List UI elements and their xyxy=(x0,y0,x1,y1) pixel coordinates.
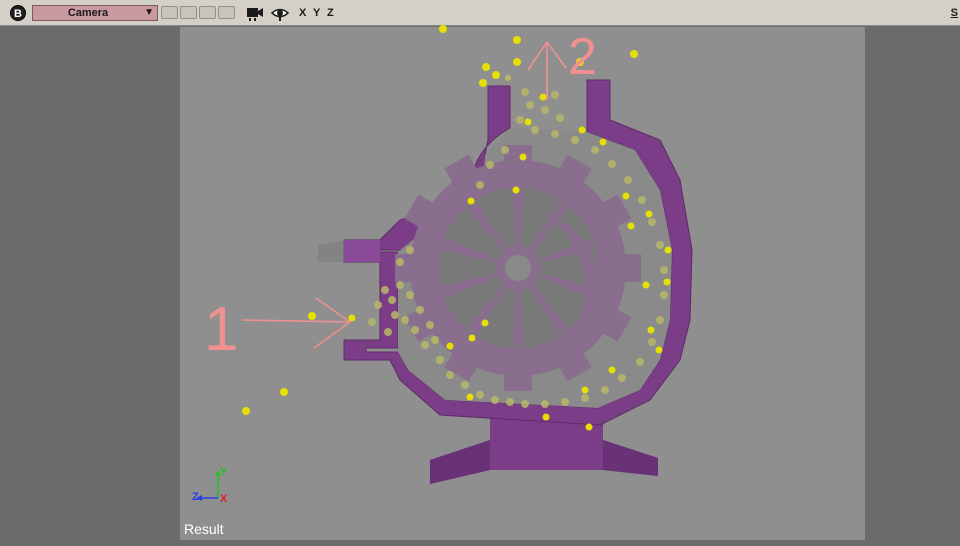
annotation-marker-2: 2 xyxy=(568,28,597,86)
axis-gizmo-x-label: X xyxy=(220,493,228,505)
axis-gizmo-z-label: Z xyxy=(192,491,199,503)
render-result-label: Result xyxy=(184,521,224,537)
axis-gizmo-y-label: Y xyxy=(220,466,228,478)
scene-render: 1 2 xyxy=(204,25,693,484)
annotation-marker-1: 1 xyxy=(204,295,238,364)
axis-gizmo: Y Z X xyxy=(192,466,228,505)
